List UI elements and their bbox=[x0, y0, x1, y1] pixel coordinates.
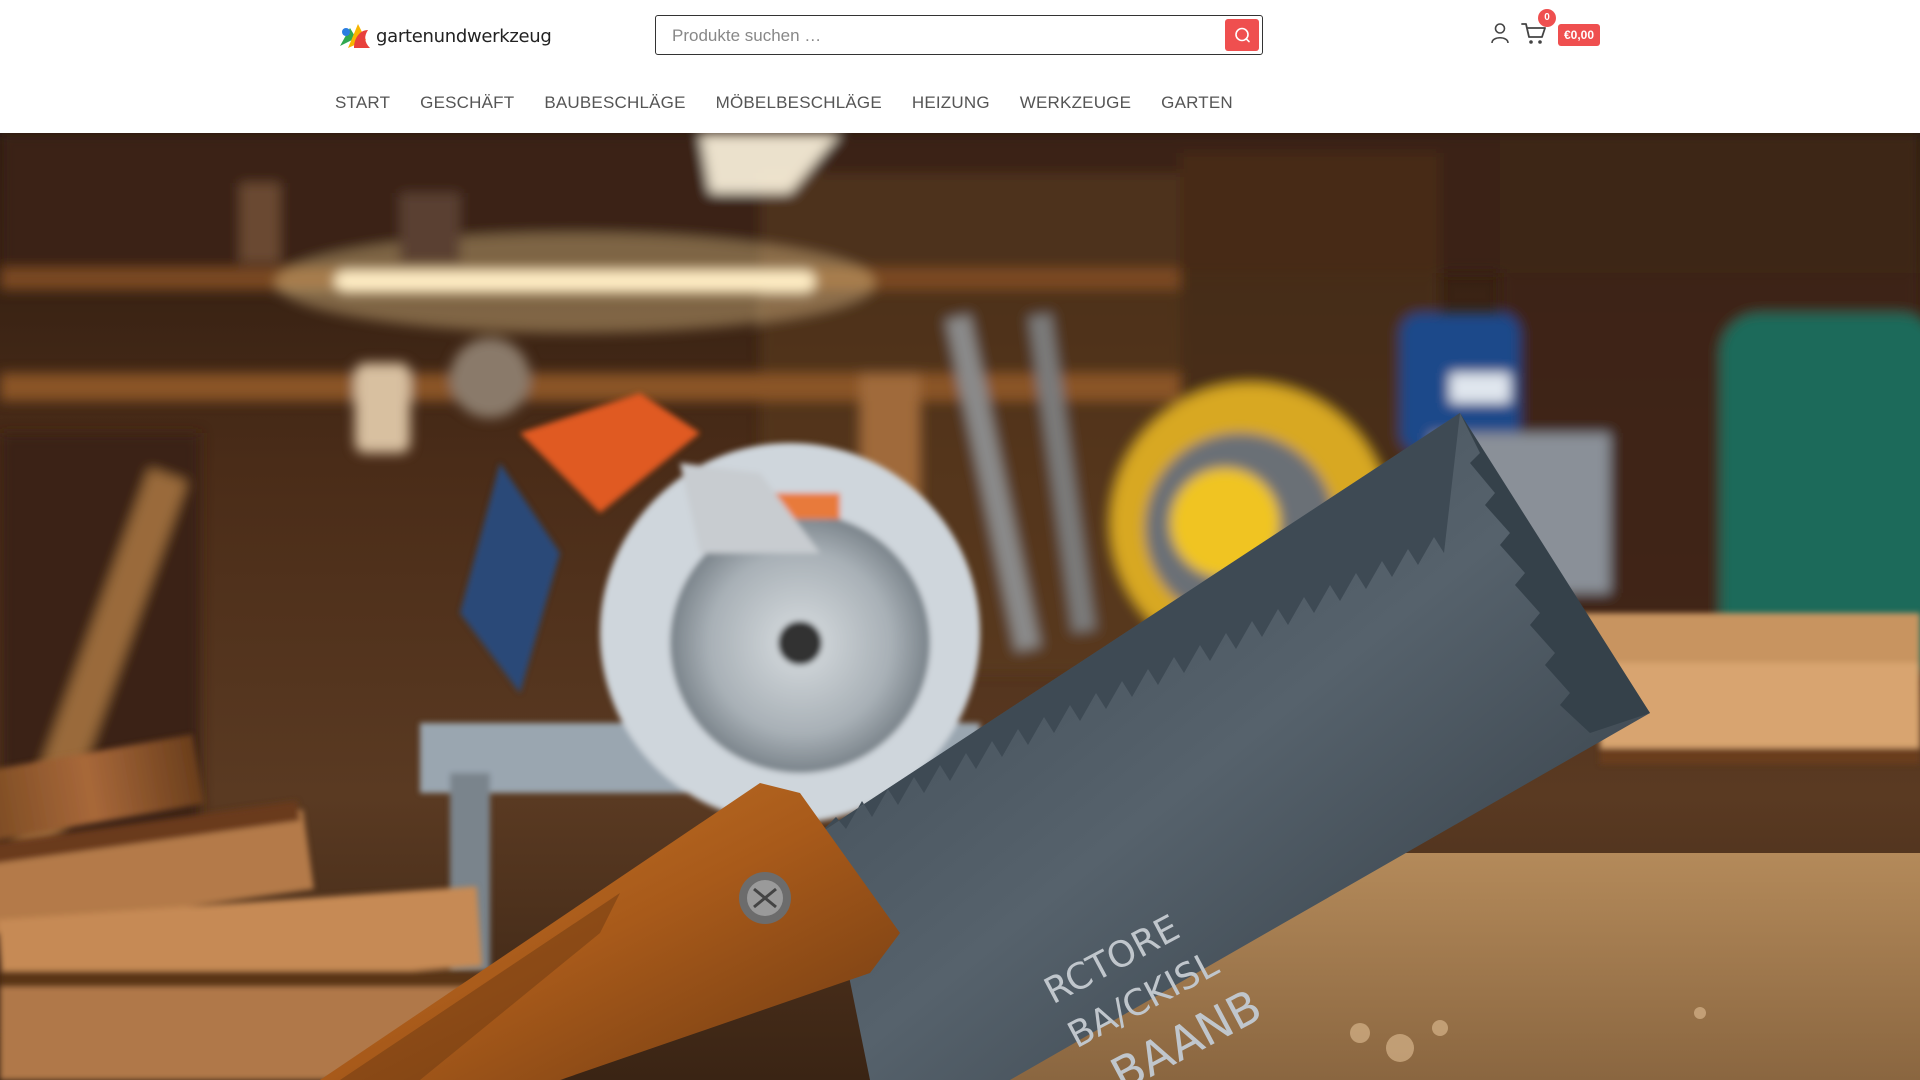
search-button[interactable] bbox=[1225, 19, 1259, 51]
site-logo[interactable]: gartenundwerkzeug bbox=[336, 18, 552, 54]
hero-banner: RCTORE BA/CKISL BAANB bbox=[0, 133, 1920, 1080]
cart-total-badge[interactable]: €0,00 bbox=[1558, 24, 1601, 46]
search-input[interactable] bbox=[670, 16, 1194, 56]
search-box bbox=[655, 15, 1263, 56]
main-navigation: START GESCHÄFT BAUBESCHLÄGE MÖBELBESCHLÄ… bbox=[0, 72, 1920, 133]
nav-item-geschaeft[interactable]: GESCHÄFT bbox=[420, 93, 514, 113]
nav-item-garten[interactable]: GARTEN bbox=[1161, 93, 1233, 113]
nav-item-baubeschlaege[interactable]: BAUBESCHLÄGE bbox=[544, 93, 685, 113]
nav-item-heizung[interactable]: HEIZUNG bbox=[912, 93, 990, 113]
logo-text: gartenundwerkzeug bbox=[376, 25, 552, 47]
nav-item-start[interactable]: START bbox=[335, 93, 390, 113]
hero-workshop-image: RCTORE BA/CKISL BAANB bbox=[0, 133, 1920, 1080]
search-icon bbox=[1235, 27, 1250, 43]
logo-icon bbox=[340, 24, 370, 48]
cart-count-badge: 0 bbox=[1538, 9, 1556, 27]
nav-item-werkzeuge[interactable]: WERKZEUGE bbox=[1020, 93, 1131, 113]
nav-item-moebelbeschlaege[interactable]: MÖBELBESCHLÄGE bbox=[716, 93, 882, 113]
user-icon bbox=[1491, 23, 1509, 44]
account-button[interactable] bbox=[1488, 20, 1512, 46]
site-header: gartenundwerkzeug 0 €0,00 bbox=[0, 0, 1920, 73]
